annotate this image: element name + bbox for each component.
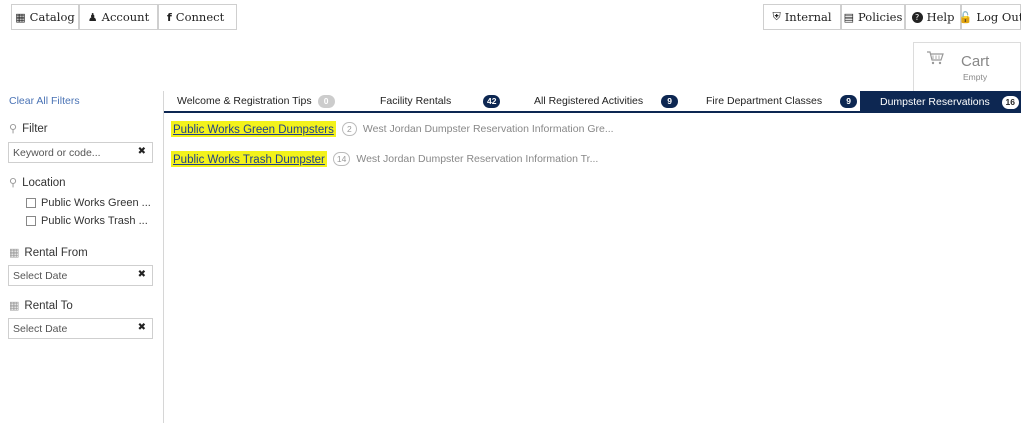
tab-welcome[interactable]: Welcome & Registration Tips 0 — [177, 91, 335, 111]
tab-label: All Registered Activities — [534, 95, 644, 107]
filter-field: ✖ — [8, 142, 153, 163]
result-title-highlight: Public Works Trash Dumpster — [171, 151, 327, 167]
top-nav: ▦ Catalog ♟ Account f Connect ⛨ Internal… — [11, 4, 1021, 31]
filter-input[interactable] — [9, 143, 129, 162]
shield-icon: ⛨ — [772, 10, 781, 23]
result-row: Public Works Trash Dumpster 14 West Jord… — [171, 151, 598, 167]
tab-fire-department[interactable]: Fire Department Classes 9 — [706, 91, 858, 111]
location-option-label: Public Works Green ... — [41, 197, 151, 209]
cart-status: Empty — [963, 72, 988, 82]
tab-all-registered[interactable]: All Registered Activities 9 — [534, 91, 679, 111]
grid-icon: ▦ — [15, 10, 26, 24]
connect-button[interactable]: f Connect — [158, 4, 237, 30]
connect-label: Connect — [175, 10, 225, 24]
calendar-icon: ▦ — [9, 246, 20, 259]
facebook-icon: f — [167, 10, 172, 24]
location-label: Location — [22, 176, 66, 189]
category-tabs: Welcome & Registration Tips 0 Facility R… — [164, 91, 1021, 113]
rental-to-field: ✖ — [8, 318, 153, 339]
rental-to-input[interactable] — [9, 319, 129, 338]
help-button[interactable]: ? Help — [905, 4, 961, 30]
calendar-icon: ▦ — [9, 299, 20, 312]
rental-from-field: ✖ — [8, 265, 153, 286]
result-description: West Jordan Dumpster Reservation Informa… — [356, 153, 599, 165]
location-option[interactable]: Public Works Green ... — [26, 197, 151, 209]
checkbox[interactable] — [26, 216, 36, 226]
clear-icon[interactable]: ✖ — [138, 269, 146, 280]
tab-count-badge: 16 — [1001, 95, 1019, 109]
tab-label: Facility Rentals — [380, 95, 452, 107]
catalog-label: Catalog — [29, 10, 75, 24]
search-icon: ⚲ — [9, 122, 18, 135]
tab-facility-rentals[interactable]: Facility Rentals 42 — [380, 91, 501, 111]
document-icon: ▤ — [843, 10, 854, 24]
tab-label: Welcome & Registration Tips — [177, 95, 312, 107]
result-count-badge: 14 — [332, 152, 351, 166]
result-title-link[interactable]: Public Works Trash Dumpster — [173, 154, 325, 166]
clear-icon[interactable]: ✖ — [138, 146, 146, 157]
result-title-link[interactable]: Public Works Green Dumpsters — [173, 124, 334, 136]
tab-dumpster-reservations[interactable]: Dumpster Reservations 16 — [860, 91, 1021, 113]
filter-sidebar: Clear All Filters ⚲ Filter ✖ ⚲ Location … — [0, 91, 164, 423]
location-option-label: Public Works Trash ... — [41, 215, 148, 227]
result-row: Public Works Green Dumpsters 2 West Jord… — [171, 121, 614, 137]
map-pin-icon: ⚲ — [9, 176, 18, 189]
filter-heading: ⚲ Filter — [9, 122, 48, 135]
question-icon: ? — [911, 11, 923, 23]
tab-count-badge: 42 — [483, 94, 501, 108]
rental-from-input[interactable] — [9, 266, 129, 285]
help-label: Help — [926, 10, 955, 24]
result-description: West Jordan Dumpster Reservation Informa… — [362, 123, 614, 135]
rental-to-heading: ▦ Rental To — [9, 299, 73, 312]
catalog-button[interactable]: ▦ Catalog — [11, 4, 79, 30]
policies-button[interactable]: ▤ Policies — [841, 4, 905, 30]
location-heading: ⚲ Location — [9, 176, 66, 189]
checkbox[interactable] — [26, 198, 36, 208]
internal-label: Internal — [784, 10, 832, 24]
cart-title: Cart — [961, 53, 990, 70]
tab-count-badge: 9 — [840, 94, 858, 108]
tab-count-badge: 0 — [317, 94, 335, 108]
cart-widget[interactable]: Cart Empty — [913, 42, 1021, 92]
logout-label: Log Out — [976, 10, 1021, 24]
logout-button[interactable]: 🔓 Log Out — [958, 4, 1021, 30]
policies-label: Policies — [858, 10, 903, 24]
rental-to-label: Rental To — [24, 299, 73, 312]
result-title-highlight: Public Works Green Dumpsters — [171, 121, 336, 137]
tab-label: Fire Department Classes — [706, 95, 823, 107]
account-label: Account — [101, 10, 150, 24]
user-icon: ♟ — [87, 10, 98, 24]
rental-from-heading: ▦ Rental From — [9, 246, 88, 259]
tab-count-badge: 9 — [661, 94, 679, 108]
location-option[interactable]: Public Works Trash ... — [26, 215, 148, 227]
cart-icon — [927, 51, 944, 65]
clear-all-filters-link[interactable]: Clear All Filters — [9, 95, 80, 107]
clear-icon[interactable]: ✖ — [138, 322, 146, 333]
result-count-badge: 2 — [341, 122, 357, 136]
lock-icon: 🔓 — [958, 10, 973, 24]
tab-label: Dumpster Reservations — [880, 96, 990, 108]
account-button[interactable]: ♟ Account — [79, 4, 158, 30]
internal-button[interactable]: ⛨ Internal — [763, 4, 841, 30]
filter-label: Filter — [22, 122, 48, 135]
rental-from-label: Rental From — [24, 246, 88, 259]
